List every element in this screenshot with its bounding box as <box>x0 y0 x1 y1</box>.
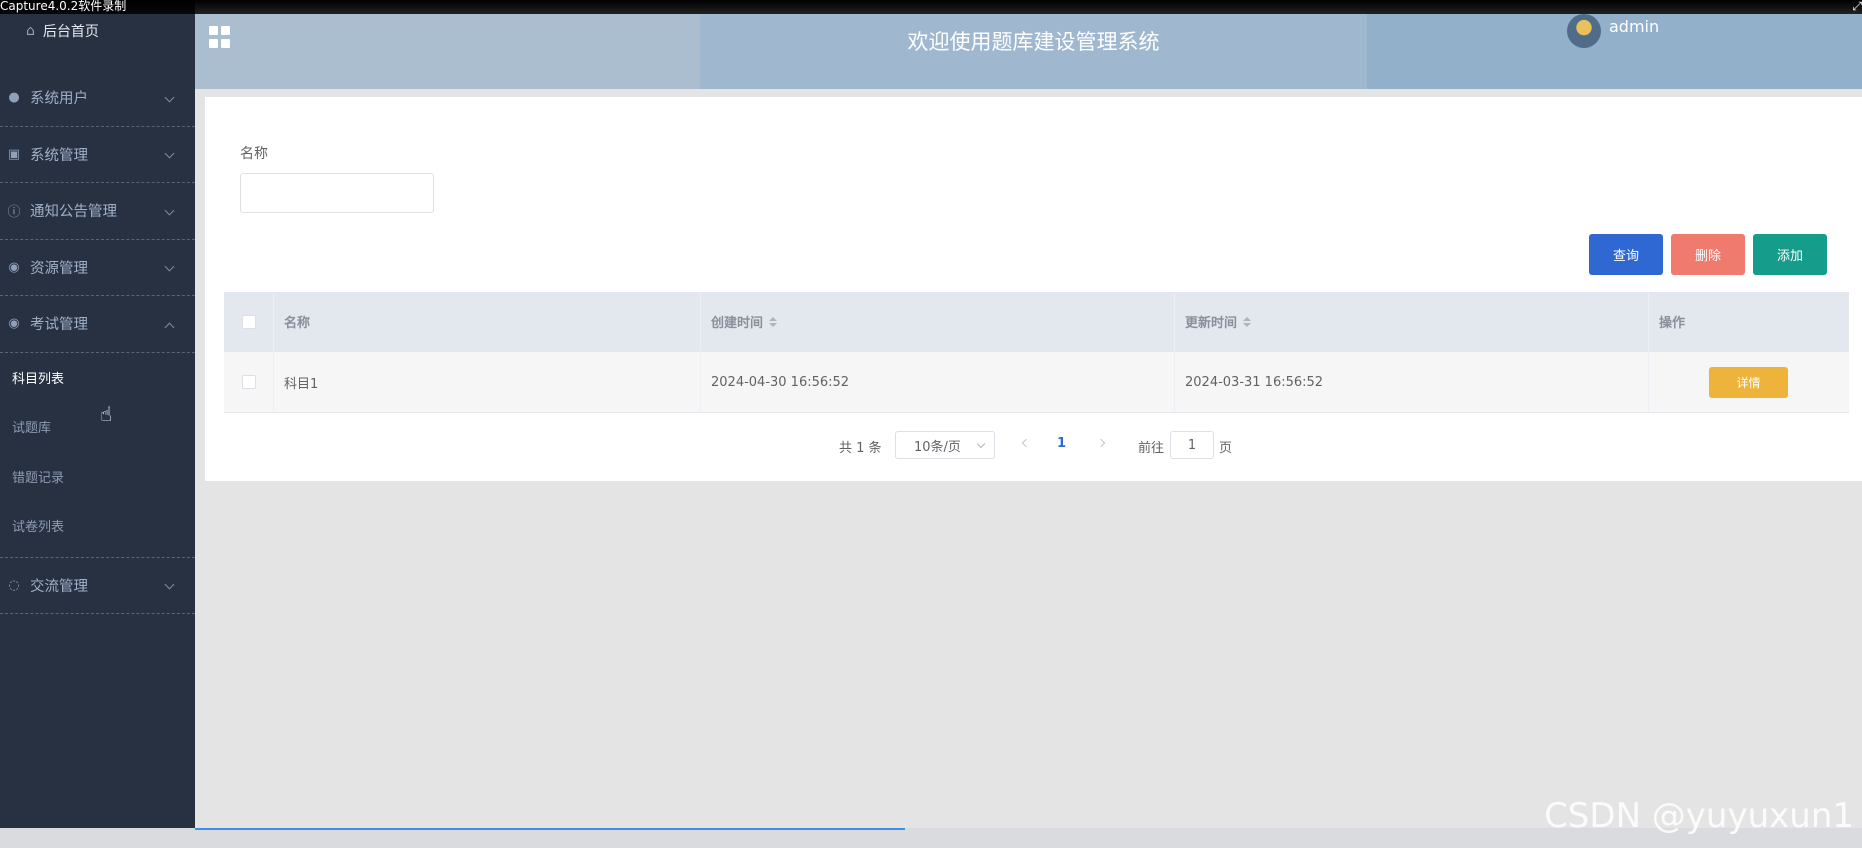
content-card: 名称 查询 删除 添加 名称 创建时间 更新时间 操作 科目1 2024-04-… <box>205 97 1862 481</box>
sort-icon[interactable] <box>769 316 778 327</box>
recorder-title: Capture4.0.2软件录制 <box>0 0 127 13</box>
info-icon: ⓘ <box>7 205 21 221</box>
page-size-value: 10条/页 <box>914 439 961 455</box>
sidebar-item-label: 通知公告管理 <box>30 204 117 221</box>
sidebar-item-label: 系统管理 <box>30 147 88 164</box>
column-created-time[interactable]: 创建时间 <box>701 292 1175 351</box>
pagination: 共 1 条 10条/页 1 前往 页 <box>205 431 1862 459</box>
chevron-down-icon <box>164 261 175 272</box>
query-button[interactable]: 查询 <box>1589 234 1663 275</box>
row-checkbox-cell <box>224 352 274 412</box>
chevron-up-icon <box>164 322 175 333</box>
goto-unit: 页 <box>1219 441 1233 456</box>
menu-grid-icon[interactable] <box>209 26 231 48</box>
sidebar-subitem-subject-list[interactable]: 科目列表 <box>0 353 195 403</box>
column-name-label: 名称 <box>284 316 311 331</box>
delete-button[interactable]: 删除 <box>1671 234 1745 275</box>
sidebar-home[interactable]: ⌂ 后台首页 <box>0 14 195 48</box>
sidebar-subitem-label: 科目列表 <box>12 371 65 387</box>
header-checkbox-cell <box>224 292 274 351</box>
sidebar-subitem-paper-list[interactable]: 试卷列表 <box>0 501 195 551</box>
chevron-down-icon <box>164 205 175 216</box>
table-row: 科目1 2024-04-30 16:56:52 2024-03-31 16:56… <box>224 352 1849 413</box>
pagination-total: 共 1 条 <box>839 441 882 456</box>
chevron-down-icon <box>164 579 175 590</box>
sidebar-subitem-label: 试题库 <box>12 421 52 437</box>
add-button[interactable]: 添加 <box>1753 234 1827 275</box>
chat-icon: ◌ <box>8 577 20 593</box>
column-operation-label: 操作 <box>1659 316 1686 331</box>
page-title: 欢迎使用题库建设管理系统 <box>907 30 1160 54</box>
recorder-expand-icon[interactable]: ⤢ <box>1852 0 1862 13</box>
row-checkbox[interactable] <box>241 375 256 389</box>
username[interactable]: admin <box>1609 17 1659 36</box>
chevron-down-icon <box>976 439 986 449</box>
column-name: 名称 <box>274 292 701 351</box>
sidebar-subitem-wrong-records[interactable]: 错题记录 <box>0 452 195 502</box>
top-header: 欢迎使用题库建设管理系统 admin <box>195 14 1862 89</box>
cell-operation: 详情 <box>1649 352 1849 412</box>
user-icon: ● <box>8 90 20 106</box>
home-icon: ⌂ <box>26 23 35 39</box>
recording-progress-bar <box>195 828 905 830</box>
chevron-down-icon <box>164 148 175 159</box>
image-icon: ▣ <box>7 146 21 162</box>
table-header: 名称 创建时间 更新时间 操作 <box>224 292 1849 352</box>
next-page-icon[interactable] <box>1096 438 1106 448</box>
exam-submenu: 科目列表 试题库 错题记录 试卷列表 <box>0 353 195 558</box>
sidebar-menu: ● 系统用户 ▣ 系统管理 ⓘ 通知公告管理 ◉ 资源管理 ◉ 考试管理 科目列… <box>0 70 195 614</box>
bulb-icon: ◉ <box>8 259 20 275</box>
prev-page-icon[interactable] <box>1021 438 1031 448</box>
sidebar-item-notice-management[interactable]: ⓘ 通知公告管理 <box>0 183 195 240</box>
goto-label: 前往 <box>1138 441 1165 456</box>
page-size-select[interactable]: 10条/页 <box>895 431 995 459</box>
watermark: CSDN @yuyuxun1 <box>1544 796 1854 836</box>
sidebar-subitem-label: 试卷列表 <box>12 520 65 536</box>
hand-cursor-icon: ☝ <box>100 402 113 426</box>
sidebar-subitem-label: 错题记录 <box>12 470 65 486</box>
cell-created-time: 2024-04-30 16:56:52 <box>701 352 1175 412</box>
avatar[interactable] <box>1567 14 1601 48</box>
sidebar-home-label: 后台首页 <box>42 24 99 40</box>
column-operation: 操作 <box>1649 292 1849 351</box>
column-updated-label: 更新时间 <box>1185 316 1238 331</box>
sidebar: ⌂ 后台首页 ● 系统用户 ▣ 系统管理 ⓘ 通知公告管理 ◉ 资源管理 ◉ 考… <box>0 0 195 848</box>
sidebar-item-system-management[interactable]: ▣ 系统管理 <box>0 127 195 183</box>
sidebar-item-label: 资源管理 <box>30 260 88 277</box>
sidebar-item-system-users[interactable]: ● 系统用户 <box>0 70 195 127</box>
subject-table: 名称 创建时间 更新时间 操作 科目1 2024-04-30 16:56:52 … <box>224 292 1849 413</box>
cell-updated-time: 2024-03-31 16:56:52 <box>1175 352 1649 412</box>
recorder-strip: Capture4.0.2软件录制 ⤢ <box>0 0 1862 14</box>
sidebar-item-label: 交流管理 <box>30 578 88 595</box>
column-updated-time[interactable]: 更新时间 <box>1175 292 1649 351</box>
goto-page-input[interactable] <box>1170 431 1214 459</box>
sort-icon[interactable] <box>1243 316 1252 327</box>
sidebar-item-label: 系统用户 <box>30 91 88 108</box>
current-page[interactable]: 1 <box>1057 436 1066 451</box>
chevron-down-icon <box>164 92 175 103</box>
bulb-icon: ◉ <box>8 316 20 332</box>
detail-button[interactable]: 详情 <box>1709 366 1788 398</box>
sidebar-item-exam-management[interactable]: ◉ 考试管理 <box>0 296 195 353</box>
select-all-checkbox[interactable] <box>241 314 256 329</box>
sidebar-item-label: 考试管理 <box>30 317 88 334</box>
column-created-label: 创建时间 <box>711 316 764 331</box>
sidebar-item-resource-management[interactable]: ◉ 资源管理 <box>0 240 195 296</box>
name-search-input[interactable] <box>240 173 434 213</box>
name-field-label: 名称 <box>240 146 268 162</box>
sidebar-item-communication-management[interactable]: ◌ 交流管理 <box>0 558 195 614</box>
cell-name: 科目1 <box>274 352 701 412</box>
sidebar-subitem-question-bank[interactable]: 试题库 <box>0 402 195 452</box>
